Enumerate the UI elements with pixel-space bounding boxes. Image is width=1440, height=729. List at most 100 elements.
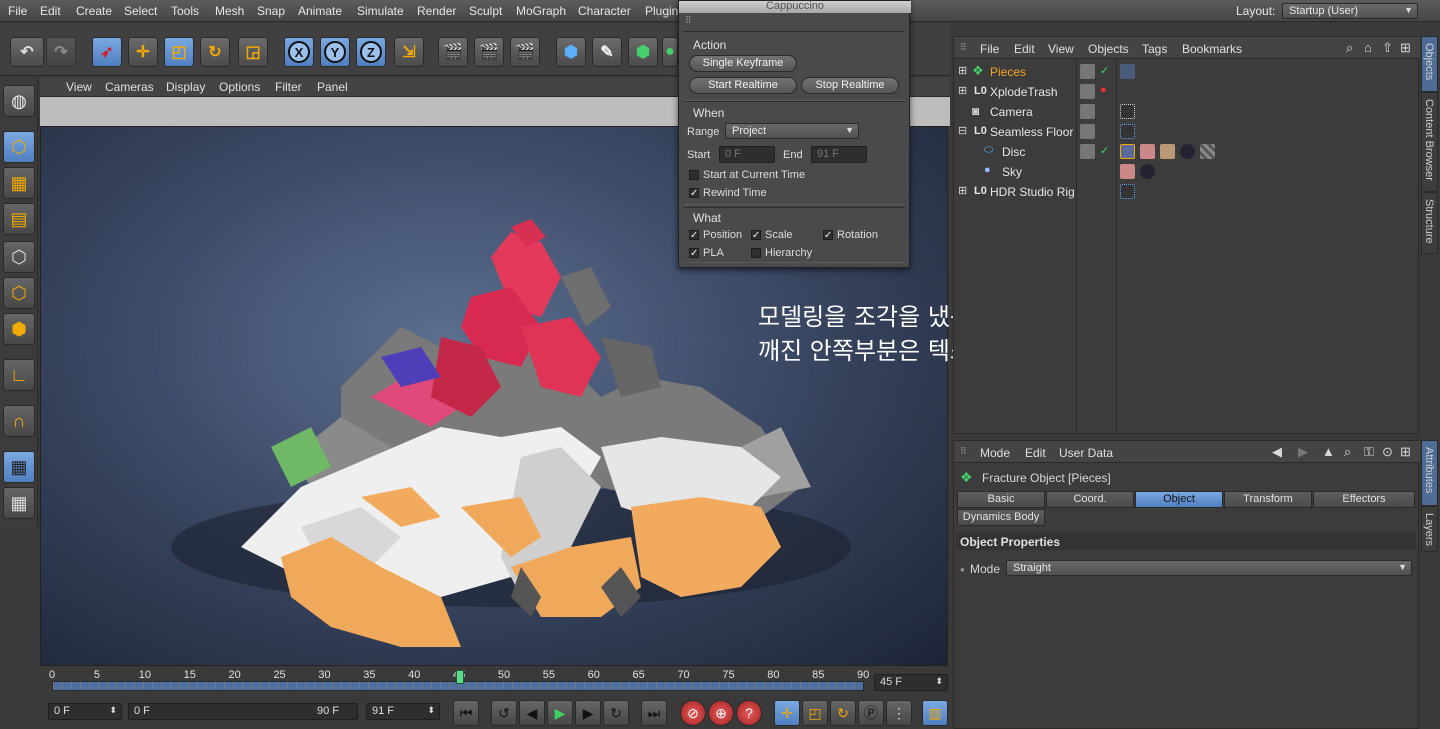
tab-effectors[interactable]: Effectors — [1313, 491, 1415, 508]
lock-icon[interactable]: ⚿ — [1364, 444, 1374, 460]
single-keyframe-button[interactable]: Single Keyframe — [689, 55, 797, 72]
forward-arrow-icon[interactable]: ▶ — [1298, 444, 1308, 460]
am-menu-edit[interactable]: Edit — [1025, 446, 1046, 460]
preview-range-slider[interactable]: 0 F 90 F — [128, 703, 358, 720]
go-to-end-button[interactable]: ⏭ — [641, 700, 667, 726]
mode-dropdown[interactable]: Straight ▼ — [1006, 560, 1412, 576]
timeline[interactable]: 051015202530354045505560657075808590 45 … — [40, 667, 950, 697]
am-menu-user-data[interactable]: User Data — [1059, 446, 1113, 460]
move-tool-button[interactable]: ✛ — [128, 37, 158, 67]
menu-mograph[interactable]: MoGraph — [516, 4, 566, 18]
render-settings-button[interactable]: 🎬 — [510, 37, 540, 67]
add-nurbs-button[interactable]: ⬢ — [628, 37, 658, 67]
object-row-seamless-floor[interactable]: ⊟ L0 Seamless Floor — [954, 122, 1414, 142]
om-menu-view[interactable]: View — [1048, 42, 1074, 56]
tab-attributes[interactable]: Attributes — [1421, 440, 1438, 506]
menu-sculpt[interactable]: Sculpt — [469, 4, 502, 18]
keyframe-selection-button[interactable]: ? — [736, 700, 762, 726]
redo-button[interactable]: ↷ — [46, 37, 76, 67]
add-cube-button[interactable]: ⬢ — [556, 37, 586, 67]
menu-file[interactable]: File — [8, 4, 27, 18]
workplane-lock-button[interactable]: ▦ — [3, 451, 35, 483]
position-checkbox[interactable]: ✓ — [689, 230, 699, 241]
key-scale-button[interactable]: ◰ — [802, 700, 828, 726]
autokeying-button[interactable]: ⊕ — [708, 700, 734, 726]
render-view-button[interactable]: 🎬 — [438, 37, 468, 67]
menu-mesh[interactable]: Mesh — [215, 4, 244, 18]
om-menu-tags[interactable]: Tags — [1142, 42, 1167, 56]
expand-plus-icon[interactable]: ⊞ — [958, 84, 967, 97]
hierarchy-checkbox[interactable] — [751, 248, 761, 258]
y-axis-button[interactable]: Y — [320, 37, 350, 67]
viewport-menu-panel[interactable]: Panel — [317, 80, 348, 94]
object-row-xplodetrash[interactable]: ⊞ L0 XplodeTrash ● — [954, 82, 1414, 102]
layer-icon[interactable] — [1080, 104, 1095, 119]
phong-tag-icon[interactable] — [1160, 144, 1175, 159]
tab-layers[interactable]: Layers — [1421, 506, 1438, 552]
scale-tool-button[interactable]: ◰ — [164, 37, 194, 67]
x-axis-button[interactable]: X — [284, 37, 314, 67]
viewport-menu-cameras[interactable]: Cameras — [105, 80, 154, 94]
recent-tool-button[interactable]: ◲ — [238, 37, 268, 67]
menu-plugins[interactable]: Plugin — [645, 4, 678, 18]
coordinate-system-button[interactable]: ⇲ — [394, 37, 424, 67]
layer-icon[interactable] — [1080, 84, 1095, 99]
previous-key-button[interactable]: ↺ — [491, 700, 517, 726]
key-position-button[interactable]: ✛ — [774, 700, 800, 726]
start-frame-field[interactable]: 0 F ⬍ — [48, 703, 122, 720]
home-icon[interactable]: ⌂ — [1364, 40, 1372, 55]
current-frame-field[interactable]: 45 F ⬍ — [874, 674, 948, 691]
key-rotation-button[interactable]: ↻ — [830, 700, 856, 726]
tab-transform[interactable]: Transform — [1224, 491, 1312, 508]
grip-icon[interactable]: ⠿ — [960, 446, 967, 457]
material-sphere-icon[interactable] — [1140, 164, 1155, 179]
up-arrow-icon[interactable]: ⇧ — [1382, 40, 1393, 56]
timeline-playhead[interactable] — [456, 670, 464, 684]
end-field[interactable]: 91 F — [811, 146, 867, 163]
om-menu-objects[interactable]: Objects — [1088, 42, 1129, 56]
grip-icon[interactable]: ⠿ — [960, 42, 967, 53]
stop-realtime-button[interactable]: Stop Realtime — [801, 77, 899, 94]
layer-icon[interactable] — [1080, 64, 1095, 79]
viewport-menu-display[interactable]: Display — [166, 80, 205, 94]
menu-snap[interactable]: Snap — [257, 4, 285, 18]
render-picture-viewer-button[interactable]: 🎬 — [474, 37, 504, 67]
search-icon[interactable]: ⌕ — [1346, 40, 1353, 56]
previous-frame-button[interactable]: ◀ — [519, 700, 545, 726]
record-active-objects-button[interactable]: ⊘ — [680, 700, 706, 726]
protection-tag-icon[interactable] — [1120, 104, 1135, 119]
live-selection-button[interactable]: ➶ — [92, 37, 122, 67]
om-menu-edit[interactable]: Edit — [1014, 42, 1035, 56]
tab-structure[interactable]: Structure — [1421, 192, 1438, 254]
add-spline-button[interactable]: ✎ — [592, 37, 622, 67]
menu-create[interactable]: Create — [76, 4, 112, 18]
texture-tag-icon[interactable] — [1120, 144, 1135, 159]
next-frame-button[interactable]: ▶ — [575, 700, 601, 726]
axis-mode-button[interactable]: ∟ — [3, 359, 35, 391]
add-array-button[interactable]: ● — [662, 37, 678, 67]
menu-simulate[interactable]: Simulate — [357, 4, 404, 18]
play-button[interactable]: ▶ — [547, 700, 573, 726]
om-menu-bookmarks[interactable]: Bookmarks — [1182, 42, 1242, 56]
compositing-tag-icon[interactable] — [1120, 164, 1135, 179]
snap-button[interactable]: ∩ — [3, 405, 35, 437]
tab-content-browser[interactable]: Content Browser — [1421, 92, 1438, 192]
object-row-sky[interactable]: ● Sky — [954, 162, 1414, 182]
object-row-camera[interactable]: ◙ Camera — [954, 102, 1414, 122]
points-mode-button[interactable]: ⬡ — [3, 241, 35, 273]
layer-icon[interactable] — [1080, 124, 1095, 139]
tab-basic[interactable]: Basic — [957, 491, 1045, 508]
enabled-check-icon[interactable]: ✓ — [1100, 64, 1109, 77]
expand-plus-icon[interactable]: ⊞ — [958, 184, 967, 197]
compositing-tag-icon[interactable] — [1140, 144, 1155, 159]
new-view-icon[interactable]: ⊞ — [1400, 444, 1411, 460]
z-axis-button[interactable]: Z — [356, 37, 386, 67]
workplane-settings-button[interactable]: ▦ — [3, 487, 35, 519]
tab-object[interactable]: Object — [1135, 491, 1223, 508]
pla-checkbox[interactable]: ✓ — [689, 248, 699, 259]
realtime-panel-title[interactable]: Cappuccino — [679, 1, 911, 13]
scheme-button[interactable]: ▥ — [922, 700, 948, 726]
om-menu-file[interactable]: File — [980, 42, 999, 56]
enabled-check-icon[interactable]: ✓ — [1100, 144, 1109, 157]
viewport-menu-filter[interactable]: Filter — [275, 80, 302, 94]
